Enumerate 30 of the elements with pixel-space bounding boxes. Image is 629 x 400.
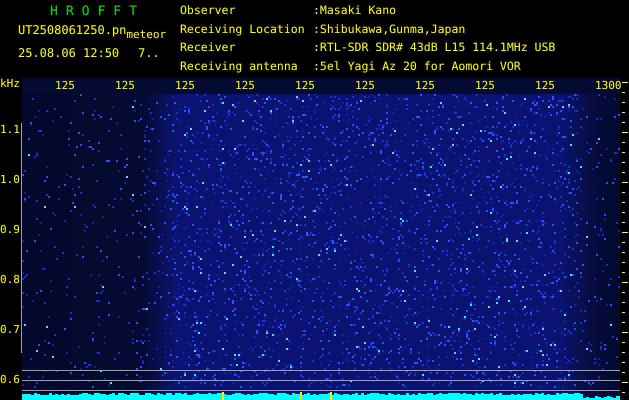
info-label: Receiver xyxy=(180,41,236,56)
info-value: :Shibukawa,Gunma,Japan xyxy=(313,22,466,38)
x-tick-label: 125 xyxy=(535,78,556,94)
x-tick-label: 1300 xyxy=(595,78,620,94)
info-label: Receiving antenna xyxy=(180,60,299,74)
y-tick-label: 0.7 xyxy=(0,323,21,338)
axis-unit: kHz xyxy=(0,78,21,90)
x-tick-label: 125 xyxy=(55,78,76,94)
event-tag: meteor xyxy=(126,28,166,42)
info-value: :Masaki Kano xyxy=(313,4,398,19)
y-tick-label: 1.0 xyxy=(0,173,21,188)
file-name: UT2508061250.pn xyxy=(18,23,126,37)
y-tick-label: 1.1 xyxy=(0,123,21,138)
y-tick-label: 0.6 xyxy=(0,373,21,388)
x-tick-label: 125 xyxy=(295,78,316,94)
y-tick-label: 0.8 xyxy=(0,273,21,288)
info-label: Receiving Location xyxy=(180,22,306,38)
event-count: 7.. xyxy=(138,46,160,60)
x-tick-label: 125 xyxy=(175,78,196,94)
y-tick-label: 0.9 xyxy=(0,223,21,238)
program-title: HROFFT xyxy=(50,5,146,19)
timestamp: 25.08.06 12:50 xyxy=(18,46,120,60)
info-label: Observer xyxy=(180,4,236,19)
x-tick-label: 125 xyxy=(415,78,436,94)
info-value: :RTL-SDR SDR# 43dB L15 114.1MHz USB xyxy=(313,41,556,56)
x-tick-label: 125 xyxy=(235,78,256,94)
x-tick-label: 125 xyxy=(115,78,136,94)
x-tick-label: 125 xyxy=(355,78,376,94)
info-value: :5el Yagi Az 20 for Aomori VOR xyxy=(313,60,522,74)
x-tick-label: 125 xyxy=(475,78,496,94)
